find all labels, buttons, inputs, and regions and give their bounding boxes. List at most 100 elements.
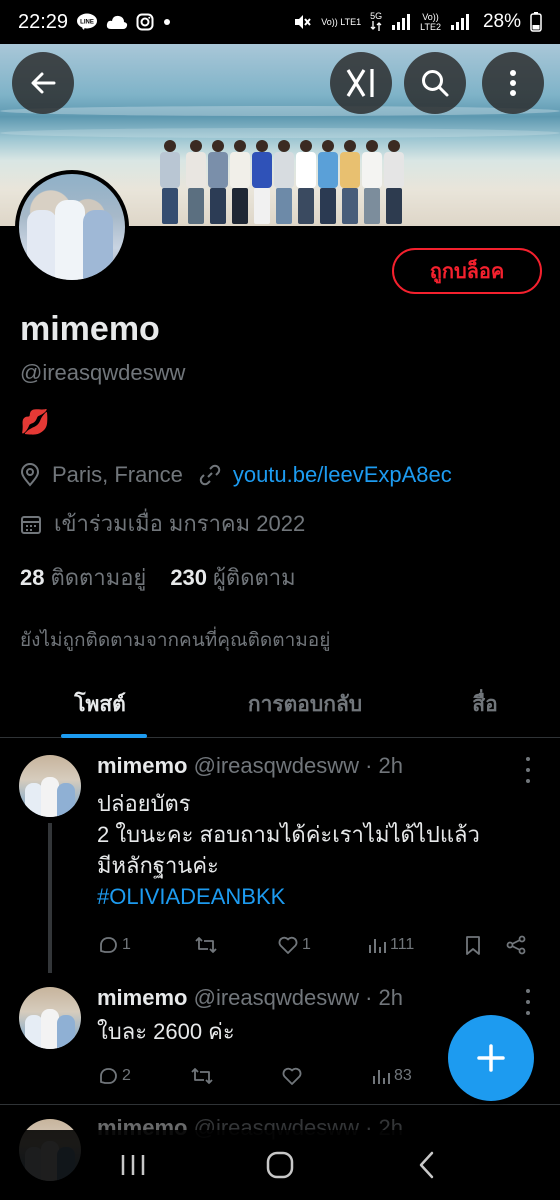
profile-joined-date: เข้าร่วมเมื่อ มกราคม 2022 (54, 511, 306, 536)
more-vertical-icon (510, 70, 516, 96)
plus-icon (477, 1044, 505, 1072)
reply-count: 1 (122, 936, 131, 953)
recents-icon (122, 1155, 145, 1175)
tweet-item[interactable]: mimemo @ireasqwdesww · 2h ปล่อยบัตร 2 ใบ… (0, 739, 560, 983)
system-back-button[interactable] (397, 1140, 457, 1190)
profile-bio: 💋 (20, 409, 50, 436)
profile-handle: @ireasqwdesww (20, 360, 186, 385)
location-pin-icon (20, 463, 40, 487)
battery-icon (530, 12, 542, 32)
tweet-more-button[interactable] (518, 757, 538, 783)
signal-2-icon (450, 14, 470, 30)
like-count: 1 (302, 936, 311, 953)
following-label: ติดตามอยู่ (50, 565, 147, 590)
view-count: 83 (394, 1067, 412, 1084)
status-time: 22:29 (18, 10, 69, 33)
thread-line (48, 823, 52, 973)
line-app-icon: LINE (76, 13, 98, 31)
tweet-author-name[interactable]: mimemo (97, 985, 187, 1010)
tweet-meta: @ireasqwdesww · 2h (193, 753, 404, 778)
tweet-more-button[interactable] (518, 989, 538, 1015)
tweet-avatar[interactable] (19, 987, 81, 1049)
profile-meta-row: Paris, France youtu.be/leevExpA8ec (20, 462, 452, 488)
not-followed-notice: ยังไม่ถูกติดตามจากคนที่คุณติดตามอยู่ (20, 630, 331, 651)
reply-button[interactable]: 1 (97, 934, 193, 956)
profile-joined-row: เข้าร่วมเมื่อ มกราคม 2022 (20, 506, 305, 541)
system-navigation-bar (0, 1130, 560, 1200)
search-button[interactable] (404, 52, 466, 114)
profile-avatar[interactable] (15, 170, 129, 284)
views-chart-icon (369, 939, 386, 953)
profile-location: Paris, France (52, 462, 183, 487)
view-count: 111 (390, 936, 415, 953)
cloud-icon (106, 14, 128, 30)
tweet-line: 2 ใบนะคะ สอบถามได้ค่ะเราไม่ได้ไปแล้ว (97, 822, 480, 847)
back-button[interactable] (12, 52, 74, 114)
repost-icon (191, 1068, 213, 1084)
tweet-text: ปล่อยบัตร 2 ใบนะคะ สอบถามได้ค่ะเราไม่ได้… (97, 788, 480, 912)
reply-button[interactable]: 2 (97, 1065, 189, 1087)
profile-name: mimemo (20, 310, 160, 348)
instagram-icon (136, 13, 154, 31)
notification-dot-icon (162, 17, 172, 27)
tweet-text: ใบละ 2600 ค่ะ (97, 1016, 235, 1047)
signal-1-icon (391, 14, 411, 30)
reply-count: 2 (122, 1067, 131, 1084)
reply-icon (100, 1068, 117, 1084)
blocked-button[interactable]: ถูกบล็อค (392, 248, 542, 294)
home-button[interactable] (250, 1140, 310, 1190)
tweet-header: mimemo @ireasqwdesww · 2h (97, 985, 403, 1011)
mute-icon (292, 12, 312, 32)
tweet-line: ปล่อยบัตร (97, 791, 191, 816)
arrow-left-icon (31, 72, 56, 94)
compose-post-button[interactable] (448, 1015, 534, 1101)
volte-lte1-label: Vo)) LTE1 (321, 17, 362, 27)
follow-counts: 28 ติดตามอยู่ 230 ผู้ติดตาม (20, 560, 296, 595)
reply-icon (100, 937, 117, 953)
tweet-meta: @ireasqwdesww · 2h (193, 985, 404, 1010)
heart-icon (282, 1067, 302, 1085)
share-icon (506, 935, 526, 955)
views-chart-icon (373, 1070, 390, 1084)
tweet-header: mimemo @ireasqwdesww · 2h (97, 753, 403, 779)
followers-count: 230 (170, 565, 208, 590)
svg-text:LINE: LINE (80, 20, 94, 26)
more-options-button[interactable] (482, 52, 544, 114)
followers-link[interactable]: 230 ผู้ติดตาม (170, 560, 295, 595)
bookmark-button[interactable] (463, 934, 505, 956)
repost-icon (195, 937, 217, 953)
lte2-text: LTE2 (420, 22, 441, 32)
tab-replies[interactable]: การตอบกลับ (200, 672, 410, 737)
calendar-icon (20, 513, 42, 535)
like-button[interactable]: 1 (277, 934, 367, 956)
profile-tabs: โพสต์ การตอบกลับ สื่อ (0, 672, 560, 738)
tweet-hashtag-link[interactable]: #OLIVIADEANBKK (97, 881, 480, 912)
status-bar: 22:29 LINE Vo)) LTE1 5G Vo)) LTE2 28% (0, 0, 560, 44)
bookmark-icon (466, 936, 480, 955)
back-chevron-icon (419, 1151, 433, 1179)
repost-button[interactable] (189, 1065, 281, 1087)
network-type-label: 5G (370, 11, 382, 33)
views-button[interactable]: 111 (367, 935, 463, 955)
tab-posts[interactable]: โพสต์ (0, 672, 200, 737)
grok-button[interactable] (330, 52, 392, 114)
grok-icon (346, 69, 374, 97)
tweet-avatar[interactable] (19, 755, 81, 817)
battery-percent: 28% (482, 11, 521, 32)
tweet-actions: 1 1 111 (97, 930, 537, 960)
profile-website-link[interactable]: youtu.be/leevExpA8ec (233, 462, 452, 488)
home-icon (266, 1151, 294, 1179)
link-icon (199, 464, 221, 486)
following-link[interactable]: 28 ติดตามอยู่ (20, 560, 146, 595)
tweet-author-name[interactable]: mimemo (97, 753, 187, 778)
heart-icon (278, 936, 298, 954)
search-icon (422, 70, 449, 97)
tab-media[interactable]: สื่อ (410, 672, 560, 737)
followers-label: ผู้ติดตาม (213, 565, 296, 590)
share-button[interactable] (505, 934, 527, 956)
tweet-line: ใบละ 2600 ค่ะ (97, 1019, 235, 1044)
like-button[interactable] (281, 1065, 371, 1087)
tweet-line: มีหลักฐานค่ะ (97, 853, 219, 878)
repost-button[interactable] (193, 934, 277, 956)
recents-button[interactable] (103, 1140, 163, 1190)
